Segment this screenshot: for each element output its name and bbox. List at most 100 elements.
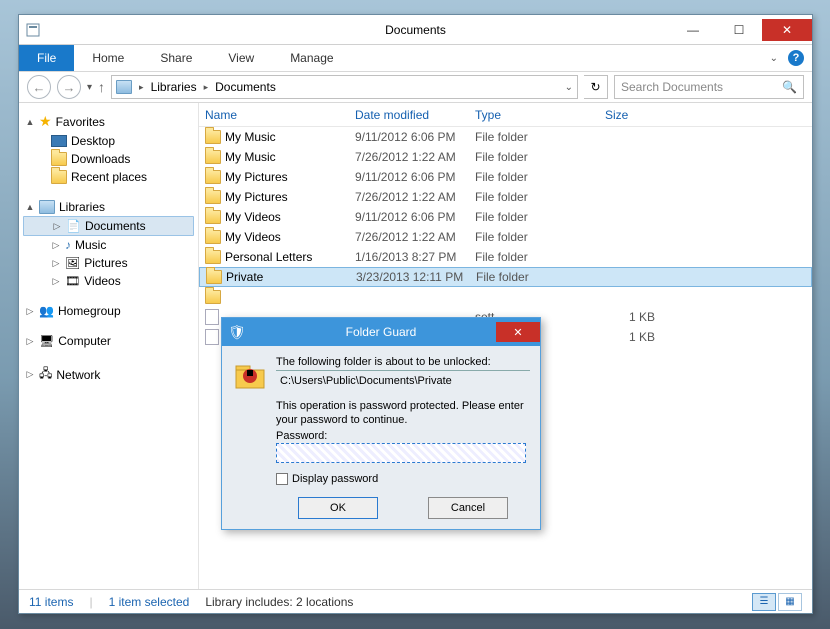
search-icon: 🔍 — [782, 80, 797, 94]
help-button[interactable]: ? — [788, 50, 804, 66]
tree-recent[interactable]: Recent places — [23, 168, 194, 186]
item-type: File folder — [475, 130, 605, 144]
folder-icon — [205, 150, 221, 164]
document-icon — [205, 329, 219, 345]
network-icon: 🖧 — [39, 364, 52, 385]
item-date: 7/26/2012 1:22 AM — [355, 190, 475, 204]
display-password-label: Display password — [292, 473, 378, 485]
close-button[interactable]: ✕ — [762, 19, 812, 41]
col-size[interactable]: Size — [605, 108, 685, 122]
tree-network[interactable]: ▷🖧Network — [23, 362, 194, 387]
col-date[interactable]: Date modified — [355, 108, 475, 122]
cancel-button[interactable]: Cancel — [428, 497, 508, 519]
list-item[interactable]: Private 3/23/2013 12:11 PMFile folder — [199, 267, 812, 287]
item-size: 1 KB — [605, 330, 685, 344]
tab-share[interactable]: Share — [142, 45, 210, 71]
desktop-icon — [51, 135, 67, 147]
forward-button[interactable]: → — [57, 75, 81, 99]
list-item[interactable]: My Videos7/26/2012 1:22 AMFile folder — [199, 227, 812, 247]
search-placeholder: Search Documents — [621, 80, 723, 94]
list-item[interactable]: My Pictures 9/11/2012 6:06 PMFile folder — [199, 167, 812, 187]
list-item[interactable]: My Pictures7/26/2012 1:22 AMFile folder — [199, 187, 812, 207]
document-icon: 📄 — [66, 219, 81, 233]
list-item[interactable] — [199, 287, 812, 307]
breadcrumb-libraries[interactable]: Libraries — [151, 80, 197, 94]
tree-desktop[interactable]: Desktop — [23, 132, 194, 150]
ribbon: File Home Share View Manage ⌄ ? — [19, 45, 812, 71]
back-button[interactable]: ← — [27, 75, 51, 99]
folder-icon — [205, 170, 221, 184]
history-dropdown-icon[interactable]: ▾ — [87, 82, 92, 93]
ribbon-expand-icon[interactable]: ⌄ — [770, 53, 778, 64]
item-date: 7/26/2012 1:22 AM — [355, 150, 475, 164]
breadcrumb-dropdown-icon[interactable]: ⌄ — [565, 82, 573, 93]
view-icons-button[interactable]: ▦ — [778, 593, 802, 611]
item-type: File folder — [475, 210, 605, 224]
item-name: My Pictures — [225, 170, 288, 184]
status-count: 11 items — [29, 595, 73, 609]
tab-view[interactable]: View — [210, 45, 272, 71]
file-tab[interactable]: File — [19, 45, 74, 71]
status-selection: 1 item selected — [109, 595, 190, 609]
tree-videos[interactable]: ▷🎞Videos — [23, 272, 194, 290]
password-input[interactable] — [276, 443, 526, 463]
minimize-button[interactable]: — — [670, 19, 716, 41]
breadcrumb-documents[interactable]: Documents — [215, 80, 276, 94]
item-type: File folder — [475, 170, 605, 184]
item-date: 9/11/2012 6:06 PM — [355, 170, 475, 184]
star-icon: ★ — [39, 113, 52, 130]
display-password-checkbox[interactable] — [276, 473, 288, 485]
refresh-button[interactable]: ↻ — [584, 75, 608, 99]
item-type: File folder — [475, 250, 605, 264]
folder-icon — [205, 210, 221, 224]
list-item[interactable]: My Videos9/11/2012 6:06 PMFile folder — [199, 207, 812, 227]
status-library: Library includes: 2 locations — [205, 595, 353, 609]
app-icon — [19, 22, 47, 38]
tree-homegroup[interactable]: ▷👥Homegroup — [23, 302, 194, 320]
up-button[interactable]: ↑ — [98, 79, 105, 95]
tree-music[interactable]: ▷♪Music — [23, 236, 194, 254]
item-type: File folder — [475, 150, 605, 164]
item-type: File folder — [475, 230, 605, 244]
item-date: 7/26/2012 1:22 AM — [355, 230, 475, 244]
col-name[interactable]: Name — [205, 108, 355, 122]
tree-libraries[interactable]: ▲Libraries — [23, 198, 194, 216]
folder-icon — [205, 250, 221, 264]
item-date: 9/11/2012 6:06 PM — [355, 130, 475, 144]
view-details-button[interactable]: ☰ — [752, 593, 776, 611]
navigation-tree: ▲★Favorites Desktop Downloads Recent pla… — [19, 103, 199, 589]
folder-icon — [51, 170, 67, 184]
status-bar: 11 items | 1 item selected Library inclu… — [19, 589, 812, 613]
item-date: 3/23/2013 12:11 PM — [356, 270, 476, 284]
item-name: My Music — [225, 130, 276, 144]
tree-favorites[interactable]: ▲★Favorites — [23, 111, 194, 132]
list-item[interactable]: Personal Letters1/16/2013 8:27 PMFile fo… — [199, 247, 812, 267]
shield-icon — [232, 356, 268, 392]
item-date: 9/11/2012 6:06 PM — [355, 210, 475, 224]
dialog-path: C:\Users\Public\Documents\Private — [276, 371, 530, 399]
tab-home[interactable]: Home — [74, 45, 142, 71]
file-rows: My Music9/11/2012 6:06 PMFile folderMy M… — [199, 127, 812, 347]
tree-pictures[interactable]: ▷🖼Pictures — [23, 254, 194, 272]
dialog-message: The following folder is about to be unlo… — [276, 356, 530, 371]
maximize-button[interactable]: ☐ — [716, 19, 762, 41]
breadcrumb[interactable]: ▸ Libraries ▸ Documents ⌄ — [111, 75, 578, 99]
folder-icon — [205, 290, 221, 304]
chevron-right-icon[interactable]: ▸ — [201, 82, 212, 93]
tree-documents[interactable]: ▷📄Documents — [23, 216, 194, 236]
list-item[interactable]: My Music7/26/2012 1:22 AMFile folder — [199, 147, 812, 167]
list-item[interactable]: My Music 9/11/2012 6:06 PMFile folder — [199, 127, 812, 147]
address-bar: ← → ▾ ↑ ▸ Libraries ▸ Documents ⌄ ↻ Sear… — [19, 71, 812, 103]
item-type: File folder — [476, 270, 606, 284]
item-name: Private — [226, 270, 263, 284]
dialog-title: Folder Guard — [222, 325, 540, 339]
col-type[interactable]: Type — [475, 108, 605, 122]
tree-computer[interactable]: ▷🖥Computer — [23, 332, 194, 350]
item-name: Personal Letters — [225, 250, 312, 264]
column-headers: Name Date modified Type Size — [199, 103, 812, 127]
tab-manage[interactable]: Manage — [272, 45, 351, 71]
ok-button[interactable]: OK — [298, 497, 378, 519]
search-input[interactable]: Search Documents 🔍 — [614, 75, 804, 99]
tree-downloads[interactable]: Downloads — [23, 150, 194, 168]
chevron-right-icon[interactable]: ▸ — [136, 82, 147, 93]
